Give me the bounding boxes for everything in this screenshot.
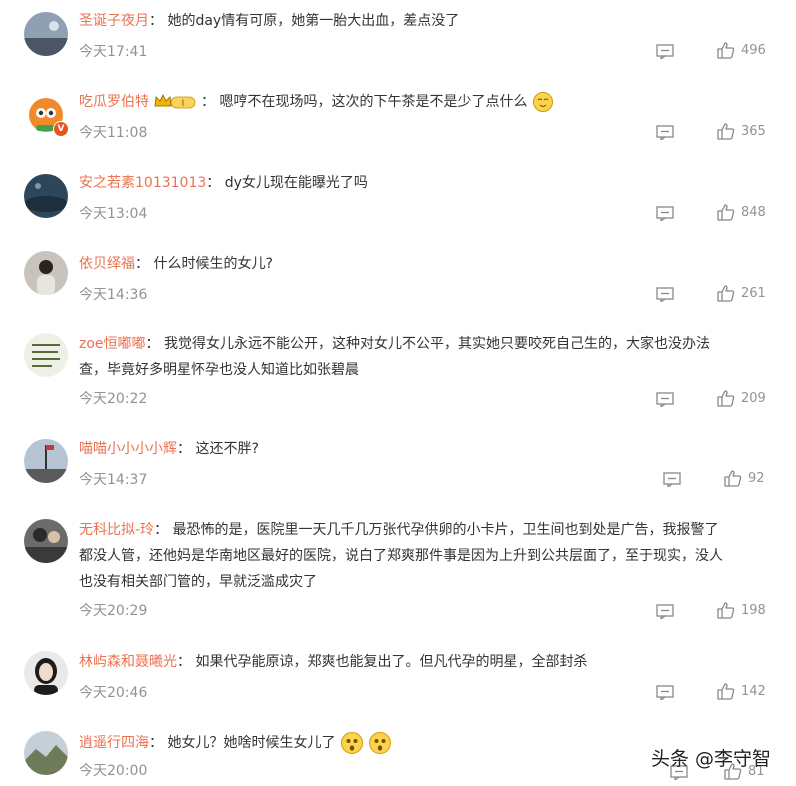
reply-icon[interactable] — [656, 392, 674, 407]
avatar[interactable] — [24, 439, 68, 483]
avatar[interactable] — [24, 174, 68, 218]
comment-time: 今天20:29 — [79, 603, 148, 619]
thumbs-up-icon — [717, 390, 735, 407]
comment-line: 都没人管，还他妈是华南地区最好的医院，说白了郑爽那件事是因为上升到公共层面了，至… — [79, 543, 776, 569]
reply-icon[interactable] — [656, 44, 674, 59]
comment-time: 今天20:22 — [79, 391, 148, 407]
username-link[interactable]: 依贝绎福 — [79, 256, 135, 272]
emoji-icon — [369, 732, 392, 754]
username-link[interactable]: 吃瓜罗伯特 — [79, 94, 149, 110]
like-button[interactable]: 365 — [717, 123, 766, 140]
comment-text: 她女儿？她啥时候生女儿了 — [167, 735, 336, 751]
comment-text: dy女儿现在能曝光了吗 — [224, 175, 368, 191]
like-count: 198 — [741, 603, 766, 618]
comment-line: zoe恒嘟嘟： 我觉得女儿永远不能公开，这种对女儿不公平，其实她只要咬死自己生的… — [79, 336, 710, 352]
comment-text-cont: 也没有相关部门管的，早就泛滥成灾了 — [79, 574, 317, 590]
comment-text: 什么时候生的女儿? — [153, 256, 273, 272]
svg-text:I: I — [182, 99, 185, 109]
verified-badge: V — [53, 121, 69, 137]
comment-time: 今天17:41 — [79, 44, 148, 60]
like-count: 209 — [741, 391, 766, 406]
comment-line: 林屿森和聂曦光： 如果代孕能原谅，郑爽也能复出了。但凡代孕的明星，全部封杀 — [79, 654, 588, 670]
username-link[interactable]: 圣诞子夜月 — [79, 13, 149, 29]
reply-icon[interactable] — [663, 472, 681, 487]
thumbs-up-icon — [717, 285, 735, 302]
username-link[interactable]: 逍遥行四海 — [79, 735, 149, 751]
thumbs-up-icon — [717, 204, 735, 221]
comment-text-cont: 都没人管，还他妈是华南地区最好的医院，说白了郑爽那件事是因为上升到公共层面了，至… — [79, 548, 723, 564]
emoji-icon — [340, 732, 363, 754]
thumbs-up-icon — [717, 123, 735, 140]
username-link[interactable]: zoe恒嘟嘟 — [79, 336, 146, 352]
like-count: 92 — [748, 471, 765, 486]
thumbs-up-icon — [717, 602, 735, 619]
like-button[interactable]: 496 — [717, 42, 766, 59]
like-count: 261 — [741, 286, 766, 301]
like-button[interactable]: 92 — [724, 470, 765, 487]
comment-text: 这还不胖? — [195, 441, 259, 457]
comment-line: 无科比拟-玲： 最恐怖的是，医院里一天几千几万张代孕供卵的小卡片，卫生间也到处是… — [79, 522, 719, 538]
comment-time: 今天14:37 — [79, 472, 148, 488]
avatar[interactable] — [24, 251, 68, 295]
like-button[interactable]: 848 — [717, 204, 766, 221]
avatar[interactable] — [24, 651, 68, 695]
reply-icon[interactable] — [656, 604, 674, 619]
comment-line: 喵喵小小小小辉： 这还不胖? — [79, 441, 259, 457]
reply-icon[interactable] — [656, 287, 674, 302]
emoji-icon — [532, 92, 553, 112]
like-count: 142 — [741, 684, 766, 699]
comment-text: 嗯哼不在现场吗，这次的下午茶是不是少了点什么 — [219, 94, 528, 110]
like-button[interactable]: 209 — [717, 390, 766, 407]
level-badge-icon: I — [154, 94, 196, 109]
thumbs-up-icon — [717, 42, 735, 59]
comment-time: 今天20:00 — [79, 763, 148, 779]
avatar[interactable] — [24, 731, 68, 775]
avatar[interactable] — [24, 12, 68, 56]
comment-line: 圣诞子夜月： 她的day情有可原，她第一胎大出血，差点没了 — [79, 13, 460, 29]
comment-time: 今天14:36 — [79, 287, 148, 303]
reply-icon[interactable] — [656, 206, 674, 221]
comment-line: 依贝绎福： 什么时候生的女儿? — [79, 256, 273, 272]
reply-icon[interactable] — [656, 125, 674, 140]
watermark: 头条 @李守智 — [651, 748, 772, 770]
comment-line: 也没有相关部门管的，早就泛滥成灾了 — [79, 569, 776, 595]
like-count: 496 — [741, 43, 766, 58]
like-button[interactable]: 261 — [717, 285, 766, 302]
reply-icon[interactable] — [656, 685, 674, 700]
comment-text: 如果代孕能原谅，郑爽也能复出了。但凡代孕的明星，全部封杀 — [195, 654, 588, 670]
avatar[interactable] — [24, 333, 68, 377]
comment-time: 今天13:04 — [79, 206, 148, 222]
comment-time: 今天20:46 — [79, 685, 148, 701]
comment-line: 吃瓜罗伯特 I： 嗯哼不在现场吗，这次的下午茶是不是少了点什么 — [79, 89, 776, 115]
comment-text: 她的day情有可原，她第一胎大出血，差点没了 — [167, 13, 460, 29]
comment-text-cont: 查，毕竟好多明星怀孕也没人知道比如张碧晨 — [79, 362, 359, 378]
comment-time: 今天11:08 — [79, 125, 148, 141]
thumbs-up-icon — [717, 683, 735, 700]
username-link[interactable]: 喵喵小小小小辉 — [79, 441, 177, 457]
username-link[interactable]: 安之若素10131013 — [79, 175, 206, 191]
comment-line: 安之若素10131013： dy女儿现在能曝光了吗 — [79, 175, 368, 191]
comment-line: 查，毕竟好多明星怀孕也没人知道比如张碧晨 — [79, 357, 776, 383]
username-link[interactable]: 林屿森和聂曦光 — [79, 654, 177, 670]
comment-text: 最恐怖的是，医院里一天几千几万张代孕供卵的小卡片，卫生间也到处是广告，我报警了 — [172, 522, 719, 538]
thumbs-up-icon — [724, 470, 742, 487]
like-button[interactable]: 198 — [717, 602, 766, 619]
avatar[interactable] — [24, 519, 68, 563]
like-count: 365 — [741, 124, 766, 139]
username-link[interactable]: 无科比拟-玲 — [79, 522, 154, 538]
like-button[interactable]: 142 — [717, 683, 766, 700]
like-count: 848 — [741, 205, 766, 220]
comment-text: 我觉得女儿永远不能公开，这种对女儿不公平，其实她只要咬死自己生的，大家也没办法 — [163, 336, 710, 352]
